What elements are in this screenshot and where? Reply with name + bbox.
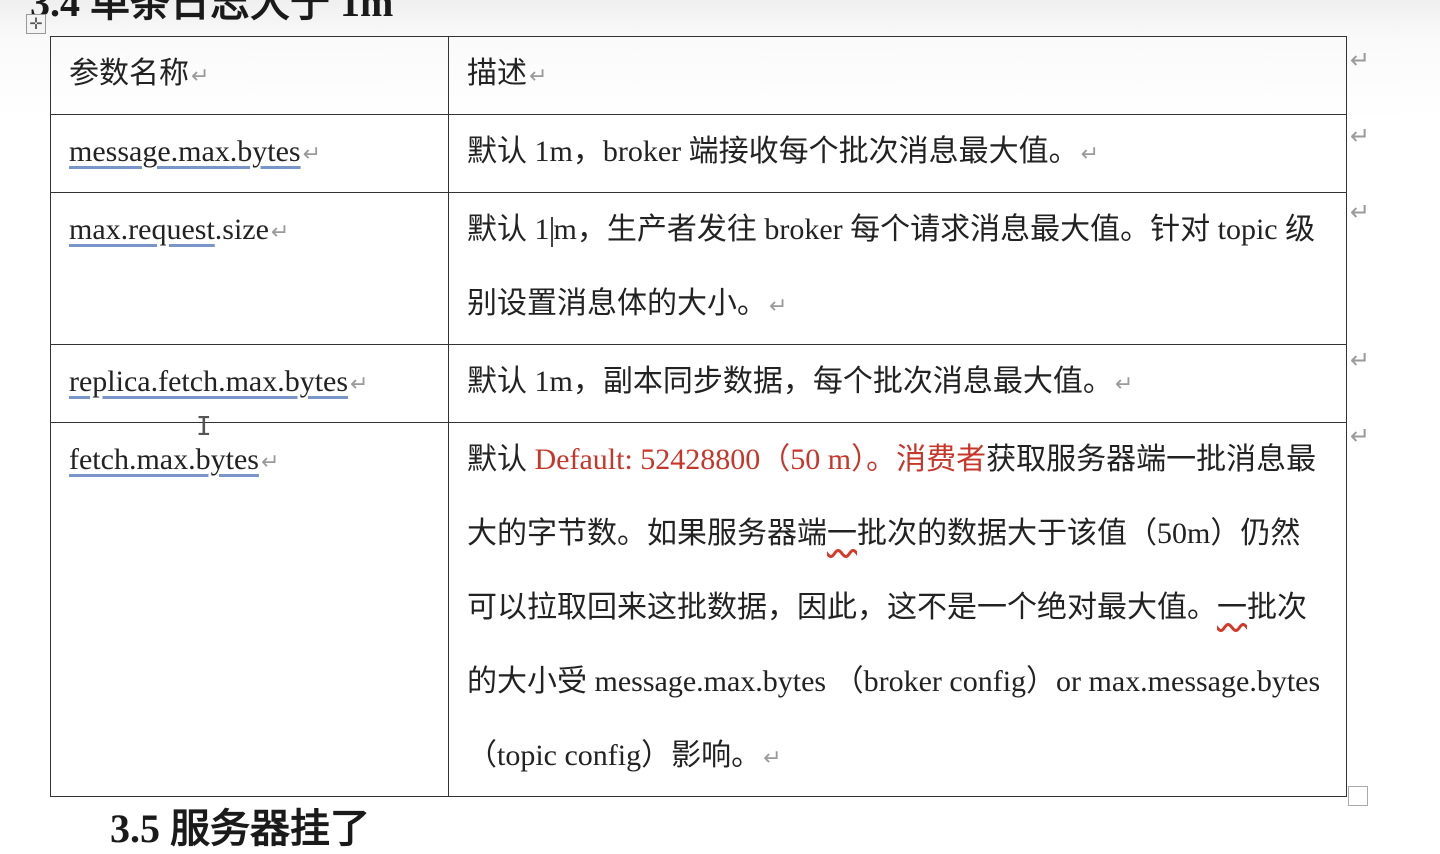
mouse-ibeam-cursor-icon: I [196, 412, 212, 442]
row-end-mark-icon: ↵ [1350, 346, 1371, 374]
highlighted-default-text: Default: 52428800（50 m）。消费者 [534, 443, 987, 476]
paragraph-mark-icon: ↵ [270, 220, 290, 245]
paragraph-mark-icon: ↵ [260, 450, 280, 475]
row-end-mark-icon: ↵ [1350, 422, 1371, 450]
text-cursor [550, 217, 553, 248]
header-cell-desc[interactable]: 描述↵ [448, 36, 1347, 115]
param-cell[interactable]: replica.fetch.max.bytes↵ [50, 344, 449, 423]
paragraph-mark-icon: ↵ [763, 746, 782, 771]
table-resize-handle[interactable] [1348, 786, 1368, 806]
paragraph-mark-icon: ↵ [1114, 372, 1134, 397]
table-row: replica.fetch.max.bytes↵ 默认 1m，副本同步数据，每个… [50, 344, 1347, 423]
desc-cell[interactable]: 默认 Default: 52428800（50 m）。消费者获取服务器端一批消息… [448, 422, 1347, 797]
desc-cell[interactable]: 默认 1m，broker 端接收每个批次消息最大值。↵ [448, 114, 1347, 193]
row-end-mark-icon: ↵ [1350, 122, 1371, 150]
paragraph-mark-icon: ↵ [769, 294, 788, 319]
param-cell[interactable]: max.request.size↵ [50, 192, 449, 345]
section-heading: 3.4 单条日志大于 1m [30, 0, 394, 25]
paragraph-mark-icon: ↵ [1080, 142, 1100, 167]
param-cell[interactable]: message.max.bytes↵ [50, 114, 449, 193]
table-header-row: 参数名称↵ 描述↵ [50, 36, 1347, 115]
parameter-table: 参数名称↵ 描述↵ message.max.bytes↵ 默认 1m，broke… [50, 36, 1347, 797]
desc-cell[interactable]: 默认 1 m，生产者发往 broker 每个请求消息最大值。针对 topic 级别… [448, 192, 1347, 345]
paragraph-mark-icon: ↵ [529, 64, 548, 89]
table-move-handle-icon[interactable]: ✛ [26, 14, 46, 34]
next-section-heading: 3.5 服务器挂了 [110, 806, 370, 851]
paragraph-mark-icon: ↵ [350, 372, 369, 397]
table-row: max.request.size↵ 默认 1 m，生产者发往 broker 每个请… [50, 192, 1347, 345]
row-end-mark-icon: ↵ [1350, 198, 1371, 226]
row-end-mark-icon: ↵ [1350, 46, 1371, 74]
param-cell[interactable]: fetch.max.bytes↵ [50, 422, 449, 797]
header-cell-key[interactable]: 参数名称↵ [50, 36, 449, 115]
table-row: message.max.bytes↵ 默认 1m，broker 端接收每个批次消… [50, 114, 1347, 193]
paragraph-mark-icon: ↵ [302, 142, 322, 167]
desc-cell[interactable]: 默认 1m，副本同步数据，每个批次消息最大值。↵ [448, 344, 1347, 423]
paragraph-mark-icon: ↵ [191, 64, 210, 89]
table-row: fetch.max.bytes↵ 默认 Default: 52428800（50… [50, 422, 1347, 797]
